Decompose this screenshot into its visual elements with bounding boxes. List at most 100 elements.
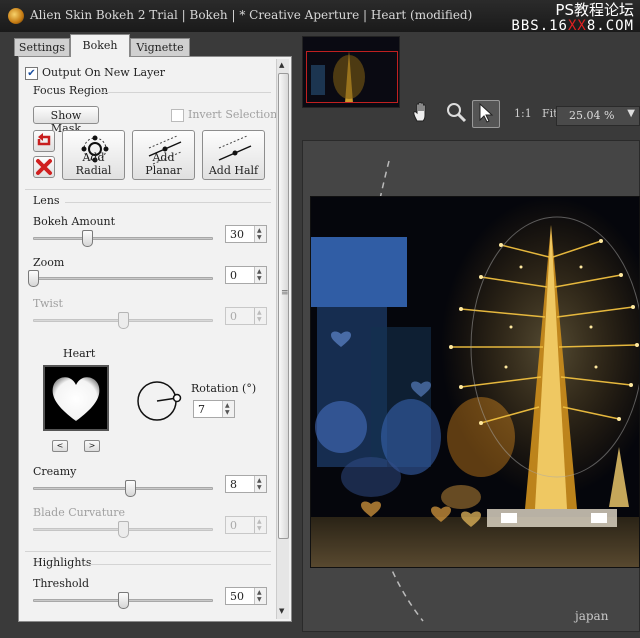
watermark-line-1: PS教程论坛 — [555, 1, 634, 19]
spinner-arrows[interactable]: ▲ ▼ — [254, 517, 266, 533]
twist-label: Twist — [33, 297, 63, 310]
creamy-value: 8 — [230, 478, 237, 491]
spinner-arrows[interactable]: ▲ ▼ — [254, 267, 266, 283]
threshold-slider-thumb[interactable] — [118, 592, 129, 609]
add-planar-label: Add Planar — [145, 151, 182, 177]
blade-curvature-label: Blade Curvature — [33, 506, 126, 519]
spinner-arrows[interactable]: ▲ ▼ — [254, 226, 266, 242]
section-divider — [65, 202, 271, 203]
spinner-arrows[interactable]: ▲ ▼ — [254, 588, 266, 604]
watermark: PS教程论坛 BBS.16XX8.COM — [511, 2, 634, 34]
twist-value: 0 — [230, 310, 237, 323]
title-bar: Alien Skin Bokeh 2 Trial | Bokeh | * Cre… — [0, 0, 640, 34]
add-radial-button[interactable]: Add Radial — [62, 130, 125, 180]
heart-shape-icon — [52, 377, 100, 421]
panel-scrollbar[interactable]: ▲ ≡ ▼ — [276, 59, 289, 619]
bokeh-amount-spinner[interactable]: 30 ▲ ▼ — [225, 225, 267, 243]
zoom-label: Zoom — [33, 256, 65, 269]
bokeh-amount-slider-track[interactable] — [33, 237, 213, 240]
threshold-value: 50 — [230, 590, 244, 603]
watermark-text-c: 8.COM — [586, 18, 634, 34]
invert-selection-label: Invert Selection — [188, 108, 278, 121]
scrollbar-thumb[interactable]: ≡ — [278, 73, 289, 539]
twist-slider-thumb[interactable] — [118, 312, 129, 329]
half-icon — [218, 135, 252, 161]
add-radial-label: Add Radial — [75, 151, 112, 177]
spinner-arrows[interactable]: ▲ ▼ — [254, 308, 266, 324]
creamy-spinner[interactable]: 8 ▲ ▼ — [225, 475, 267, 493]
tab-settings[interactable]: Settings — [14, 38, 70, 56]
blade-curvature-slider-thumb[interactable] — [118, 521, 129, 538]
aperture-shape-preview[interactable] — [43, 365, 109, 431]
section-divider — [89, 564, 271, 565]
reset-icon — [37, 133, 51, 146]
select-tool-button[interactable] — [472, 100, 500, 128]
navigator-thumbnail[interactable] — [302, 36, 400, 108]
zoom-slider-track[interactable] — [33, 277, 213, 280]
hand-tool-icon — [413, 101, 426, 122]
image-caption: japan — [575, 609, 609, 623]
window-title: Alien Skin Bokeh 2 Trial | Bokeh | * Cre… — [30, 8, 473, 22]
shape-prev-button[interactable]: < — [52, 440, 68, 452]
output-new-layer-checkbox[interactable]: ✔ — [25, 67, 38, 80]
invert-selection-checkbox[interactable] — [171, 109, 184, 122]
blade-curvature-value: 0 — [230, 519, 237, 532]
highlights-title: Highlights — [33, 556, 92, 569]
output-new-layer-label: Output On New Layer — [42, 66, 166, 79]
rotation-label: Rotation (°) — [191, 382, 257, 395]
creamy-slider-track[interactable] — [33, 487, 213, 490]
zoom-tool-icon — [447, 103, 467, 123]
shape-next-button[interactable]: > — [84, 440, 100, 452]
twist-spinner[interactable]: 0 ▲ ▼ — [225, 307, 267, 325]
spinner-arrows[interactable]: ▲ ▼ — [222, 401, 234, 417]
lens-title: Lens — [33, 194, 60, 207]
add-planar-button[interactable]: Add Planar — [132, 130, 195, 180]
zoom-value: 0 — [230, 269, 237, 282]
hand-tool-button[interactable] — [408, 100, 436, 128]
app-icon — [8, 8, 24, 24]
scroll-up-icon[interactable]: ▲ — [279, 61, 284, 69]
zoom-tool-button[interactable] — [442, 100, 470, 128]
settings-panel: ✔ Output On New Layer Focus Region Show … — [18, 56, 292, 622]
scroll-down-icon[interactable]: ▼ — [279, 607, 284, 615]
preview-image-content — [311, 197, 639, 567]
blade-curvature-spinner[interactable]: 0 ▲ ▼ — [225, 516, 267, 534]
creamy-label: Creamy — [33, 465, 77, 478]
zoom-slider-thumb[interactable] — [28, 270, 39, 287]
select-arrow-icon — [479, 102, 494, 123]
section-divider — [99, 92, 271, 93]
spinner-arrows[interactable]: ▲ ▼ — [254, 476, 266, 492]
bokeh-amount-label: Bokeh Amount — [33, 215, 116, 228]
reset-button[interactable] — [33, 130, 55, 152]
threshold-label: Threshold — [33, 577, 90, 590]
zoom-level-value: 25.04 % — [569, 109, 615, 122]
section-divider — [25, 551, 271, 552]
watermark-text-a: BBS.16 — [511, 18, 568, 34]
watermark-line-2: BBS.16XX8.COM — [511, 18, 634, 34]
rotation-value: 7 — [198, 403, 205, 416]
delete-icon — [36, 159, 52, 175]
threshold-spinner[interactable]: 50 ▲ ▼ — [225, 587, 267, 605]
zoom-1to1-button[interactable]: 1:1 — [514, 107, 532, 120]
rotation-spinner[interactable]: 7 ▲ ▼ — [193, 400, 235, 418]
bokeh-amount-value: 30 — [230, 228, 244, 241]
shape-label: Heart — [63, 347, 96, 360]
add-half-label: Add Half — [208, 164, 259, 177]
zoom-level-select[interactable]: 25.04 % ▼ — [556, 106, 640, 126]
delete-button[interactable] — [33, 156, 55, 178]
bokeh-amount-slider-thumb[interactable] — [82, 230, 93, 247]
tab-bokeh[interactable]: Bokeh — [70, 34, 130, 57]
rotation-dial[interactable] — [137, 377, 187, 423]
chevron-down-icon: ▼ — [627, 108, 635, 119]
show-mask-button[interactable]: Show Mask — [33, 106, 99, 135]
preview-image[interactable] — [310, 196, 640, 568]
zoom-spinner[interactable]: 0 ▲ ▼ — [225, 266, 267, 284]
creamy-slider-thumb[interactable] — [125, 480, 137, 497]
add-half-button[interactable]: Add Half — [202, 130, 265, 180]
grip-icon: ≡ — [281, 288, 289, 298]
tab-vignette[interactable]: Vignette — [130, 38, 190, 56]
watermark-text-b: XX — [567, 18, 587, 34]
focus-region-title: Focus Region — [33, 84, 109, 97]
section-divider — [25, 189, 271, 190]
navigator-view-box[interactable] — [306, 51, 398, 103]
